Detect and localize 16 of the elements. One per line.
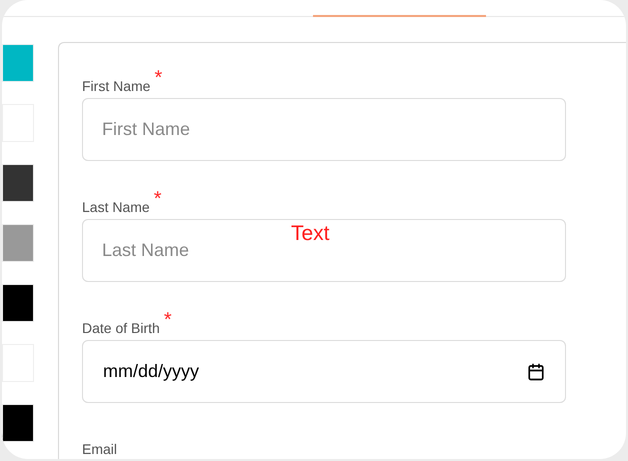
overlay-text: Text: [291, 221, 330, 247]
field-label: Date of Birth: [82, 319, 160, 338]
calendar-icon[interactable]: [527, 362, 545, 380]
text-field[interactable]: First Name: [82, 98, 566, 161]
color-swatch[interactable]: [2, 404, 34, 442]
color-swatch[interactable]: [2, 224, 34, 262]
color-swatch[interactable]: [2, 284, 34, 322]
color-swatch[interactable]: [2, 164, 34, 202]
field-label: Last Name: [82, 198, 150, 217]
field-label: First Name: [82, 77, 150, 96]
required-asterisk: *: [154, 68, 162, 88]
color-swatch[interactable]: [2, 44, 34, 82]
date-field[interactable]: mm/dd/yyyy: [82, 340, 566, 403]
required-asterisk: *: [164, 310, 172, 330]
required-asterisk: *: [154, 189, 162, 209]
field-label: Email: [82, 440, 118, 459]
